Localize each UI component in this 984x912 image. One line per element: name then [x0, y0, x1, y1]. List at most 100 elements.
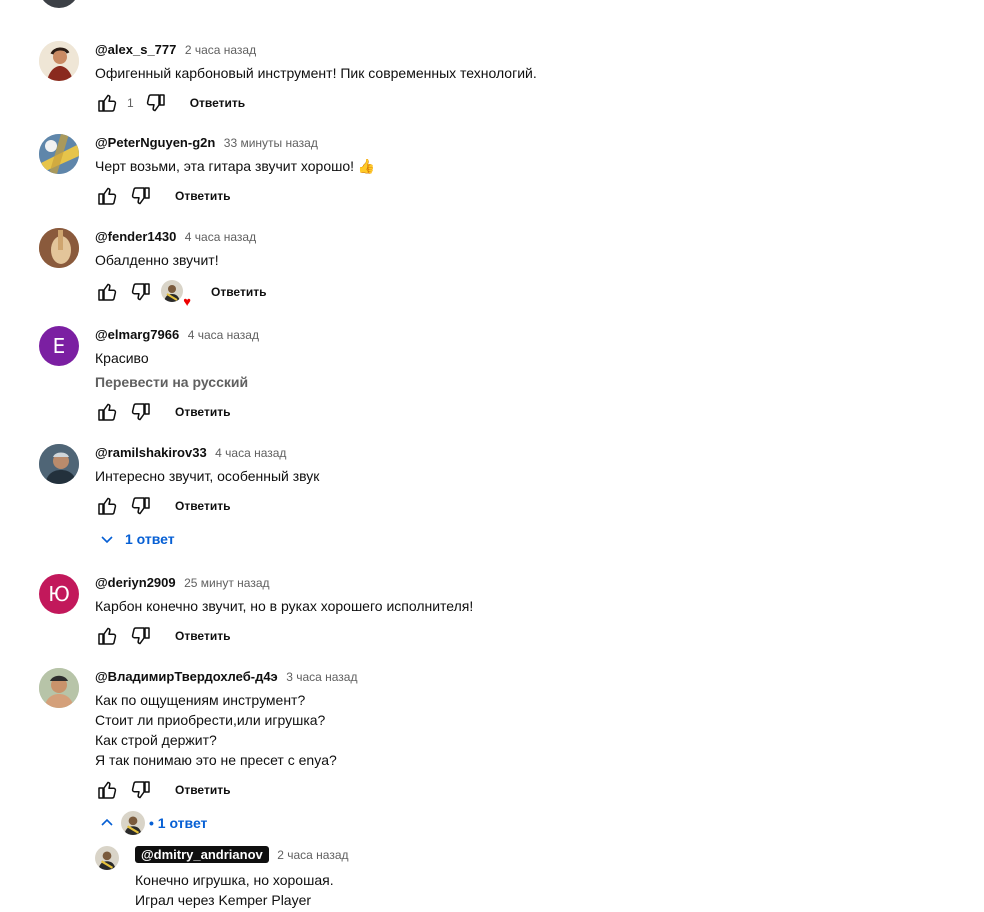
thumb-down-icon — [144, 91, 168, 115]
comment-author[interactable]: @fender1430 — [95, 229, 176, 244]
thumb-up-icon — [95, 280, 119, 304]
comment-author[interactable]: @deriyn2909 — [95, 575, 176, 590]
comment-actions: Ответить — [95, 184, 230, 208]
comment-text-line: Как по ощущениям инструмент? — [95, 692, 306, 708]
thumb-down-icon — [129, 184, 153, 208]
like-button[interactable] — [95, 778, 119, 802]
like-button[interactable] — [95, 494, 119, 518]
thumb-down-icon — [129, 400, 153, 424]
thumb-down-icon — [129, 280, 153, 304]
creator-mini-avatar — [121, 811, 145, 835]
avatar[interactable] — [39, 668, 79, 708]
comment-author[interactable]: @dmitry_andrianov — [135, 846, 269, 863]
comment-text-line: Черт возьми, эта гитара звучит хорошо! 👍 — [95, 158, 376, 174]
comment-author[interactable]: @ВладимирТвердохлеб-д4э — [95, 669, 278, 684]
comment-text-line: Конечно игрушка, но хорошая. — [135, 872, 334, 888]
reply-button[interactable]: Ответить — [175, 499, 230, 513]
avatar[interactable] — [39, 228, 79, 268]
dislike-button[interactable] — [129, 778, 153, 802]
avatar[interactable] — [39, 41, 79, 81]
avatar[interactable] — [39, 134, 79, 174]
comment-author[interactable]: @alex_s_777 — [95, 42, 176, 57]
comment-body: @fender1430 4 часа назад Обалденно звучи… — [95, 228, 959, 270]
heart-icon: ♥ — [183, 294, 191, 309]
comment-text: Конечно игрушка, но хорошая. Играл через… — [135, 870, 955, 910]
avatar-partial-top — [39, 0, 79, 8]
reply-button[interactable]: Ответить — [175, 189, 230, 203]
comment-body: @deriyn2909 25 минут назад Карбон конечн… — [95, 574, 959, 616]
like-button[interactable] — [95, 91, 119, 115]
comment-time[interactable]: 33 минуты назад — [224, 136, 318, 150]
replies-count: 1 ответ — [125, 531, 175, 547]
reply-button[interactable]: Ответить — [175, 783, 230, 797]
hide-replies-button[interactable]: • 1 ответ — [95, 811, 207, 835]
comment-body: @alex_s_777 2 часа назад Офигенный карбо… — [95, 41, 959, 83]
comment-text-line: Как строй держит? — [95, 732, 217, 748]
thumb-down-icon — [129, 624, 153, 648]
creator-heart: ♥ — [161, 280, 191, 308]
avatar[interactable] — [95, 846, 119, 870]
comment-author[interactable]: @ramilshakirov33 — [95, 445, 207, 460]
dislike-button[interactable] — [129, 624, 153, 648]
comment-text: Красиво — [95, 348, 959, 368]
reply-button[interactable]: Ответить — [175, 405, 230, 419]
creator-avatar — [161, 280, 183, 302]
like-button[interactable] — [95, 184, 119, 208]
comment-text: Обалденно звучит! — [95, 250, 959, 270]
like-button[interactable] — [95, 280, 119, 304]
comment-text: Черт возьми, эта гитара звучит хорошо! 👍 — [95, 156, 959, 176]
comment-text-line: Красиво — [95, 350, 149, 366]
comment-time[interactable]: 4 часа назад — [188, 328, 259, 342]
dislike-button[interactable] — [144, 91, 168, 115]
comment-actions: Ответить — [95, 624, 230, 648]
dislike-button[interactable] — [129, 280, 153, 304]
comment-time[interactable]: 25 минут назад — [184, 576, 269, 590]
comment-actions: Ответить — [95, 400, 230, 424]
reply-button[interactable]: Ответить — [190, 96, 245, 110]
comment-time[interactable]: 2 часа назад — [277, 848, 348, 862]
reply-button[interactable]: Ответить — [211, 285, 266, 299]
thumb-up-icon — [95, 91, 119, 115]
comment-body: @elmarg7966 4 часа назад Красиво Перевес… — [95, 326, 959, 392]
thumb-up-icon — [95, 184, 119, 208]
comment-actions: 1 Ответить — [95, 91, 245, 115]
chevron-down-icon — [95, 527, 119, 551]
thumb-up-icon — [95, 400, 119, 424]
comment-text: Карбон конечно звучит, но в руках хороше… — [95, 596, 959, 616]
show-replies-button[interactable]: 1 ответ — [95, 527, 175, 551]
comment-body: @dmitry_andrianov 2 часа назад Конечно и… — [135, 846, 955, 910]
comment-text: Интересно звучит, особенный звук — [95, 466, 959, 486]
avatar[interactable]: E — [39, 326, 79, 366]
thumb-down-icon — [129, 494, 153, 518]
comment-time[interactable]: 3 часа назад — [286, 670, 357, 684]
avatar[interactable]: Ю — [39, 574, 79, 614]
dislike-button[interactable] — [129, 184, 153, 208]
avatar-letter: E — [52, 334, 66, 358]
reply-button[interactable]: Ответить — [175, 629, 230, 643]
avatar[interactable] — [39, 444, 79, 484]
comment-time[interactable]: 4 часа назад — [215, 446, 286, 460]
comment-text: Офигенный карбоновый инструмент! Пик сов… — [95, 63, 959, 83]
comment-text-line: Интересно звучит, особенный звук — [95, 468, 320, 484]
comment-time[interactable]: 2 часа назад — [185, 43, 256, 57]
replies-count: • 1 ответ — [149, 815, 208, 831]
avatar-letter: Ю — [48, 582, 70, 606]
thumb-up-icon — [95, 778, 119, 802]
like-button[interactable] — [95, 400, 119, 424]
comment-author[interactable]: @PeterNguyen-g2n — [95, 135, 215, 150]
comment-author[interactable]: @elmarg7966 — [95, 327, 179, 342]
dislike-button[interactable] — [129, 400, 153, 424]
comment-text-line: Обалденно звучит! — [95, 252, 219, 268]
translate-link[interactable]: Перевести на русский — [95, 372, 959, 392]
comment-text-line: Карбон конечно звучит, но в руках хороше… — [95, 598, 474, 614]
comment-time[interactable]: 4 часа назад — [185, 230, 256, 244]
dislike-button[interactable] — [129, 494, 153, 518]
comment-text-line: Стоит ли приобрести,или игрушка? — [95, 712, 326, 728]
thumb-up-icon — [95, 494, 119, 518]
comment-body: @ramilshakirov33 4 часа назад Интересно … — [95, 444, 959, 486]
comment-actions: ♥ Ответить — [95, 280, 266, 308]
comment-text-line: Офигенный карбоновый инструмент! Пик сов… — [95, 65, 537, 81]
comment-text-line: Играл через Kemper Player — [135, 892, 312, 908]
thumb-down-icon — [129, 778, 153, 802]
like-button[interactable] — [95, 624, 119, 648]
